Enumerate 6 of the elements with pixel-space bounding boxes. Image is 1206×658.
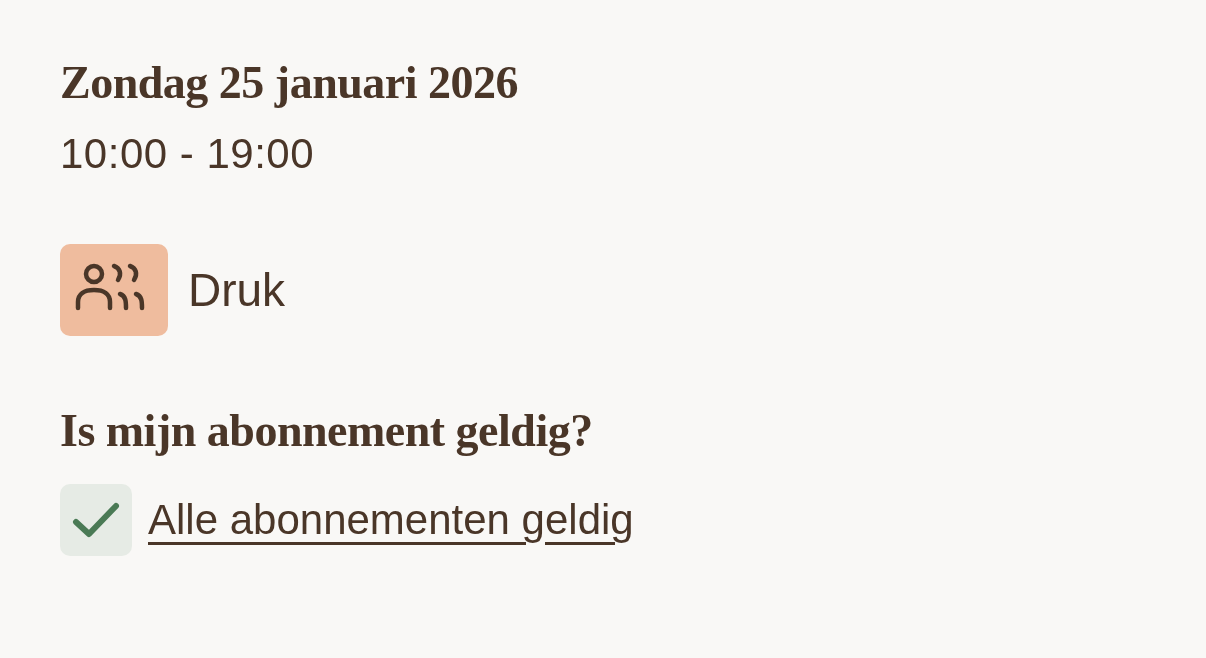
validity-link[interactable]: Alle abonnementen geldig: [148, 494, 634, 546]
opening-hours: 10:00 - 19:00: [60, 130, 315, 178]
crowd-icon: [60, 244, 168, 336]
crowd-label: Druk: [188, 263, 286, 317]
date-heading: Zondag 25 januari 2026: [60, 56, 519, 110]
validity-question: Is mijn abonnement geldig?: [60, 404, 593, 458]
